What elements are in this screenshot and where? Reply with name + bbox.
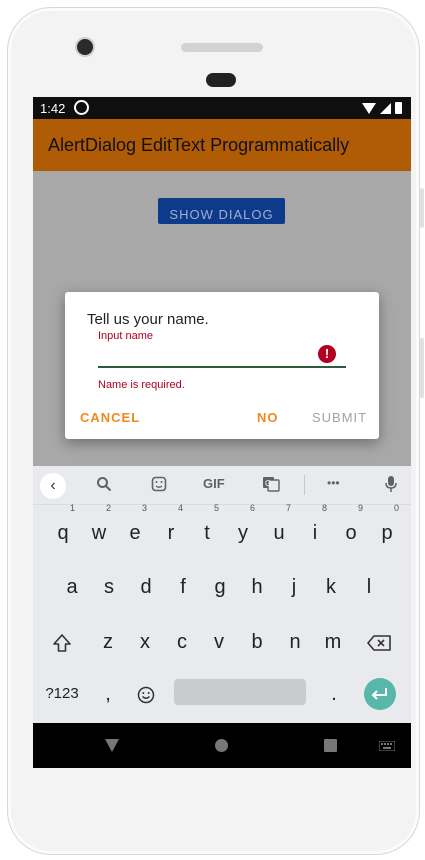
key-o[interactable]: 9o bbox=[333, 503, 369, 553]
comma-key[interactable]: , bbox=[90, 674, 126, 714]
signal-icon bbox=[380, 102, 391, 114]
key-i[interactable]: 8i bbox=[297, 503, 333, 553]
alert-dialog: Tell us your name. Input name ! Name is … bbox=[65, 292, 379, 439]
microphone-icon[interactable] bbox=[385, 476, 397, 495]
key-y[interactable]: 6y bbox=[225, 503, 261, 553]
key-c[interactable]: c bbox=[164, 622, 200, 662]
volume-button bbox=[420, 188, 424, 228]
key-f[interactable]: f bbox=[165, 567, 201, 607]
more-icon[interactable]: ••• bbox=[327, 476, 340, 490]
emoji-icon[interactable] bbox=[128, 674, 164, 714]
key-u[interactable]: 7u bbox=[261, 503, 297, 553]
front-camera bbox=[77, 39, 93, 55]
wifi-icon bbox=[362, 102, 376, 114]
power-button bbox=[420, 338, 424, 398]
key-v[interactable]: v bbox=[201, 622, 237, 662]
submit-button[interactable]: SUBMIT bbox=[312, 410, 367, 425]
home-icon[interactable] bbox=[215, 739, 228, 752]
cancel-button[interactable]: CANCEL bbox=[80, 410, 140, 425]
key-e[interactable]: 3e bbox=[117, 503, 153, 553]
app-title: AlertDialog EditText Programmatically bbox=[48, 135, 350, 155]
svg-text:G: G bbox=[265, 479, 271, 488]
battery-icon bbox=[395, 102, 402, 114]
key-w[interactable]: 2w bbox=[81, 503, 117, 553]
recents-icon[interactable] bbox=[324, 739, 337, 752]
app-bar: AlertDialog EditText Programmatically bbox=[33, 119, 411, 171]
no-button[interactable]: NO bbox=[257, 410, 279, 425]
sync-icon bbox=[74, 100, 89, 115]
key-a[interactable]: a bbox=[54, 567, 90, 607]
key-j[interactable]: j bbox=[276, 567, 312, 607]
key-h[interactable]: h bbox=[239, 567, 275, 607]
dialog-title: Tell us your name. bbox=[87, 311, 209, 328]
key-x[interactable]: x bbox=[127, 622, 163, 662]
key-t[interactable]: 5t bbox=[189, 503, 225, 553]
sticker-icon[interactable] bbox=[151, 476, 167, 495]
main-content: SHOW DIALOG Tell us your name. Input nam… bbox=[33, 171, 411, 466]
search-icon[interactable] bbox=[96, 476, 112, 495]
speaker-grille bbox=[181, 43, 263, 52]
key-l[interactable]: l bbox=[351, 567, 387, 607]
key-z[interactable]: z bbox=[90, 622, 126, 662]
key-b[interactable]: b bbox=[239, 622, 275, 662]
translate-icon[interactable]: G bbox=[262, 476, 280, 495]
back-icon[interactable] bbox=[105, 739, 119, 752]
key-k[interactable]: k bbox=[313, 567, 349, 607]
period-key[interactable]: . bbox=[316, 674, 352, 714]
gif-icon[interactable]: GIF bbox=[203, 476, 225, 491]
backspace-icon[interactable] bbox=[361, 622, 397, 662]
soft-keyboard: ‹ GIF G ••• 1q 2w 3 e 4 r 5 t 6 y 7 u 8 … bbox=[33, 466, 411, 723]
key-p[interactable]: 0p bbox=[369, 503, 405, 553]
space-bar[interactable] bbox=[174, 679, 306, 705]
status-icons bbox=[362, 102, 402, 114]
status-time: 1:42 bbox=[40, 101, 66, 116]
error-icon: ! bbox=[318, 345, 336, 363]
screen: 1:42 AlertDialog EditText Programmatical… bbox=[33, 97, 411, 768]
chevron-left-icon[interactable]: ‹ bbox=[40, 473, 66, 499]
input-name-label: Input name bbox=[98, 330, 154, 342]
navigation-bar bbox=[33, 723, 411, 768]
keyboard-toolbar: ‹ GIF G ••• bbox=[33, 466, 411, 505]
phone-frame: 1:42 AlertDialog EditText Programmatical… bbox=[7, 7, 424, 855]
name-input[interactable] bbox=[98, 344, 346, 368]
key-r[interactable]: 4r bbox=[153, 503, 189, 553]
toolbar-divider bbox=[304, 475, 305, 495]
symbols-key[interactable]: ?123 bbox=[42, 674, 82, 714]
show-dialog-button[interactable]: SHOW DIALOG bbox=[158, 198, 285, 224]
key-d[interactable]: d bbox=[128, 567, 164, 607]
key-g[interactable]: g bbox=[202, 567, 238, 607]
key-q[interactable]: 1q bbox=[45, 503, 81, 553]
keyboard-switch-icon[interactable] bbox=[378, 740, 396, 753]
enter-icon[interactable] bbox=[364, 678, 396, 710]
key-m[interactable]: m bbox=[315, 622, 351, 662]
key-n[interactable]: n bbox=[277, 622, 313, 662]
shift-icon[interactable] bbox=[44, 622, 80, 662]
error-message: Name is required. bbox=[98, 379, 185, 391]
earpiece bbox=[206, 73, 236, 87]
key-s[interactable]: s bbox=[91, 567, 127, 607]
status-bar: 1:42 bbox=[33, 97, 411, 119]
